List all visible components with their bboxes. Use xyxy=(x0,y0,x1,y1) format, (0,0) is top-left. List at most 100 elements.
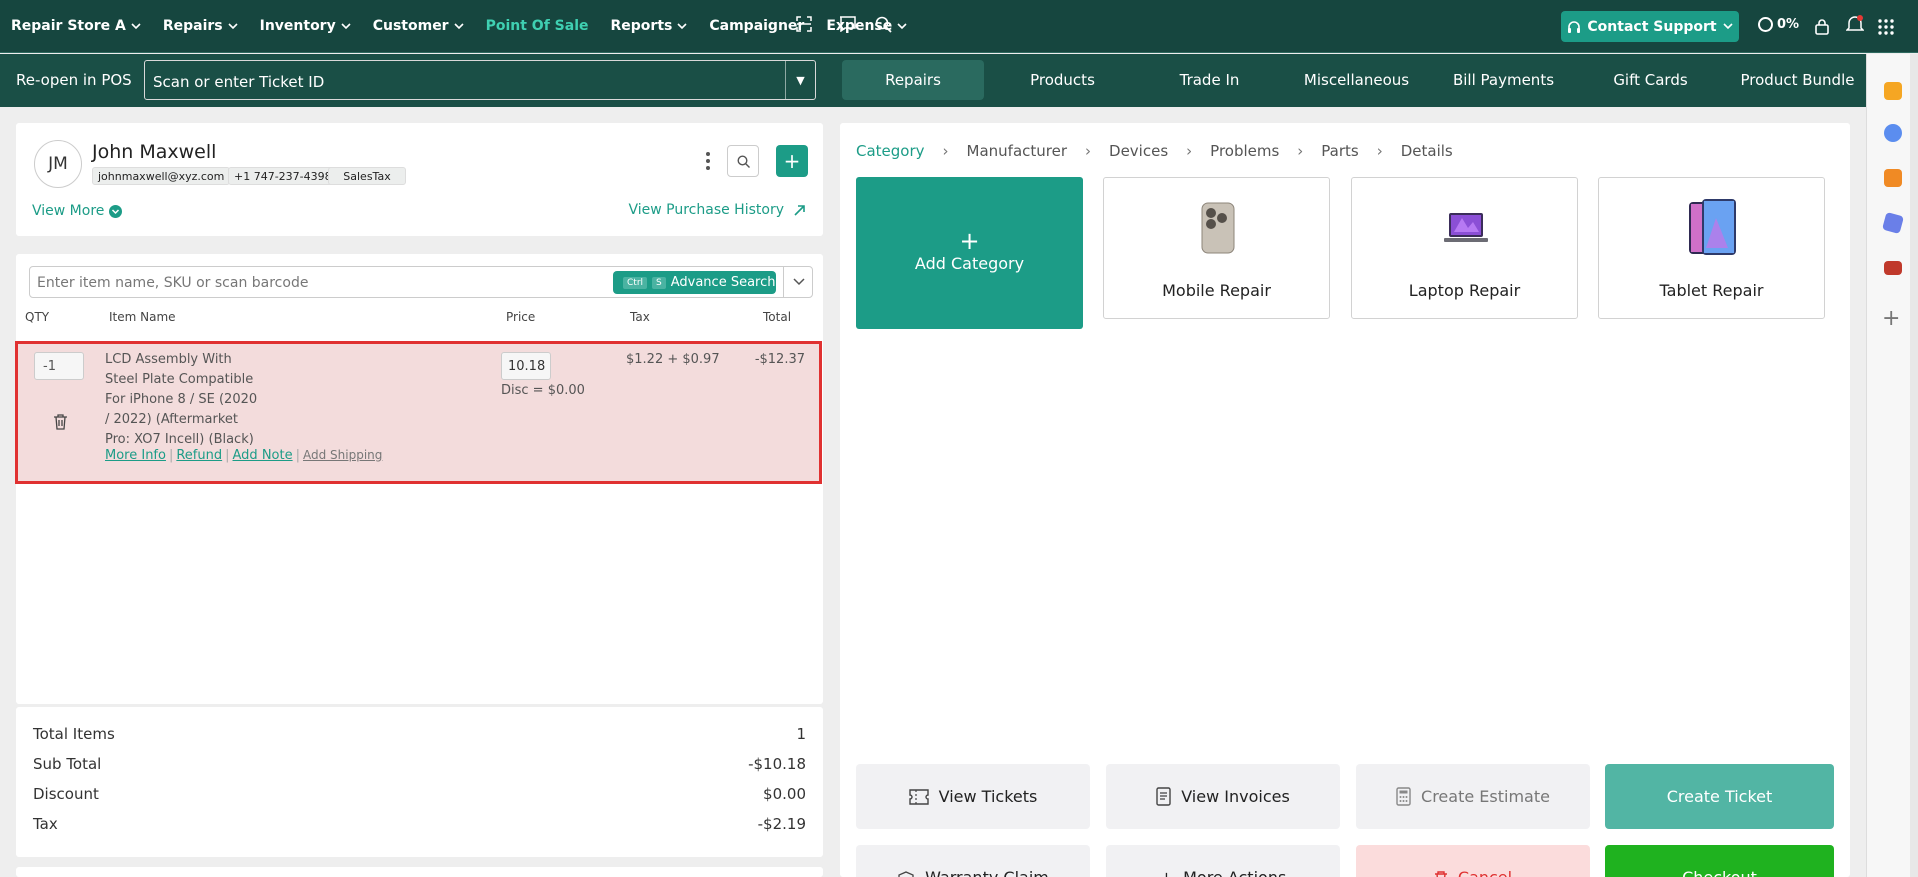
more-info-link[interactable]: More Info xyxy=(105,448,166,463)
tax-row: Tax -$2.19 xyxy=(33,815,806,833)
laptop-image xyxy=(1444,213,1488,242)
tax-value: -$2.19 xyxy=(757,815,806,833)
add-note-link[interactable]: Add Note xyxy=(233,448,293,463)
nav-inventory[interactable]: Inventory xyxy=(260,18,351,34)
ticket-icon xyxy=(908,788,929,805)
item-search-input[interactable]: Enter item name, SKU or scan barcode Ctr… xyxy=(29,266,813,298)
cancel-button[interactable]: Cancel xyxy=(1356,845,1590,877)
category-card-tablet[interactable]: Tablet Repair xyxy=(1598,177,1825,319)
top-navbar: Repair Store A Repairs Inventory Custome… xyxy=(0,0,1918,53)
breadcrumb: Category › Manufacturer › Devices › Problem… xyxy=(856,142,1471,160)
customer-panel: JM John Maxwell johnmaxwell@xyz.com +1 7… xyxy=(16,123,823,236)
chat-bubble-icon[interactable] xyxy=(1884,124,1902,142)
warranty-claim-button[interactable]: Warranty Claim xyxy=(856,845,1090,877)
create-estimate-button[interactable]: Create Estimate xyxy=(1356,764,1590,829)
nav-customer[interactable]: Customer xyxy=(373,18,464,34)
add-shipping-link[interactable]: Add Shipping xyxy=(303,448,382,462)
create-estimate-label: Create Estimate xyxy=(1421,787,1550,806)
crumb-manufacturer[interactable]: Manufacturer xyxy=(967,142,1068,160)
view-more-link[interactable]: View More xyxy=(32,203,123,219)
phone-image xyxy=(1201,202,1235,254)
view-tickets-button[interactable]: View Tickets xyxy=(856,764,1090,829)
plus-icon[interactable]: + xyxy=(1882,306,1900,331)
qty-input[interactable]: -1 xyxy=(34,352,84,380)
search-icon[interactable] xyxy=(875,16,892,33)
view-invoices-button[interactable]: View Invoices xyxy=(1106,764,1340,829)
item-name-line: / 2022) (Aftermarket xyxy=(105,412,238,427)
pos-tabs: Repairs Products Trade In Miscellaneous … xyxy=(842,60,1871,100)
store-selector[interactable]: Repair Store A xyxy=(11,18,141,34)
kbd-s: S xyxy=(652,276,666,289)
scrollbar[interactable] xyxy=(1910,54,1918,877)
crumb-parts[interactable]: Parts xyxy=(1321,142,1358,160)
layers-icon[interactable] xyxy=(1881,211,1905,235)
chevron-down-icon xyxy=(454,22,464,29)
advance-search-label: Advance Search xyxy=(670,275,776,290)
search-dropdown-toggle[interactable] xyxy=(783,267,813,297)
chevron-down-icon xyxy=(792,278,805,286)
gift-icon[interactable] xyxy=(1884,82,1902,100)
tab-bill-payments[interactable]: Bill Payments xyxy=(1430,60,1577,100)
add-category-card[interactable]: + Add Category xyxy=(856,177,1083,329)
header-qty: QTY xyxy=(25,310,50,324)
nav-reports-label: Reports xyxy=(610,18,673,34)
refund-link[interactable]: Refund xyxy=(176,448,222,463)
checkout-button[interactable]: Checkout xyxy=(1605,845,1834,877)
contact-support-button[interactable]: Contact Support xyxy=(1561,11,1739,42)
crumb-category[interactable]: Category xyxy=(856,142,925,160)
kebab-menu-icon[interactable] xyxy=(692,145,724,177)
chevron-down-icon xyxy=(1723,23,1733,30)
more-actions-button[interactable]: + More Actions xyxy=(1106,845,1340,877)
ticket-id-input[interactable]: Scan or enter Ticket ID ▼ xyxy=(144,60,816,100)
tax-label: Tax xyxy=(33,815,58,833)
category-card-mobile[interactable]: Mobile Repair xyxy=(1103,177,1330,319)
tab-product-bundle[interactable]: Product Bundle xyxy=(1724,60,1871,100)
category-label: Tablet Repair xyxy=(1659,281,1764,300)
chat-icon[interactable] xyxy=(839,16,856,32)
chevron-right-icon: › xyxy=(1376,142,1383,160)
item-name-line: Steel Plate Compatible xyxy=(105,372,254,387)
crumb-problems[interactable]: Problems xyxy=(1210,142,1279,160)
customer-name[interactable]: John Maxwell xyxy=(92,141,216,163)
note-icon[interactable] xyxy=(1884,169,1902,187)
nav-campaigner[interactable]: Campaigner xyxy=(709,18,804,34)
nav-reports[interactable]: Reports xyxy=(611,18,688,34)
header-total: Total xyxy=(763,310,792,324)
warranty-claim-label: Warranty Claim xyxy=(925,868,1049,877)
plus-icon: + xyxy=(1160,868,1173,877)
item-actions: More Info | Refund | Add Note | Add Shipping xyxy=(105,448,383,463)
tab-gift-cards[interactable]: Gift Cards xyxy=(1577,60,1724,100)
purchase-history-label: View Purchase History xyxy=(628,202,784,218)
item-discount[interactable]: Disc = $0.00 xyxy=(501,383,585,398)
tab-miscellaneous[interactable]: Miscellaneous xyxy=(1283,60,1430,100)
create-ticket-button[interactable]: Create Ticket xyxy=(1605,764,1834,829)
subtotal-row: Sub Total -$10.18 xyxy=(33,755,806,773)
invoice-icon xyxy=(1156,787,1171,806)
scan-icon[interactable] xyxy=(796,16,812,32)
crumb-details[interactable]: Details xyxy=(1401,142,1453,160)
category-card-laptop[interactable]: Laptop Repair xyxy=(1351,177,1578,319)
add-customer-button[interactable]: + xyxy=(776,145,808,177)
nav-repairs[interactable]: Repairs xyxy=(163,18,238,34)
purchase-history-link[interactable]: View Purchase History xyxy=(628,202,805,218)
advance-search-button[interactable]: Ctrl S Advance Search xyxy=(613,271,776,294)
view-tickets-label: View Tickets xyxy=(938,787,1038,806)
plus-icon: + xyxy=(959,227,980,255)
crumb-devices[interactable]: Devices xyxy=(1109,142,1168,160)
bell-icon[interactable] xyxy=(1846,15,1864,34)
tab-trade-in[interactable]: Trade In xyxy=(1136,60,1283,100)
card-icon[interactable] xyxy=(1884,261,1902,275)
item-search-placeholder: Enter item name, SKU or scan barcode xyxy=(37,275,309,291)
setup-progress[interactable]: 0% xyxy=(1758,17,1799,32)
store-name: Repair Store A xyxy=(11,18,126,34)
tab-products[interactable]: Products xyxy=(989,60,1136,100)
tab-repairs[interactable]: Repairs xyxy=(842,60,984,100)
nav-pos-label: Point Of Sale xyxy=(485,18,589,34)
trash-icon[interactable] xyxy=(53,413,68,430)
lock-icon[interactable] xyxy=(1815,18,1829,35)
nav-point-of-sale[interactable]: Point Of Sale xyxy=(486,18,589,34)
apps-grid-icon[interactable] xyxy=(1878,19,1894,35)
price-input[interactable]: 10.18 xyxy=(501,352,551,380)
customer-search-button[interactable] xyxy=(727,145,759,177)
caret-down-icon[interactable]: ▼ xyxy=(785,61,815,99)
